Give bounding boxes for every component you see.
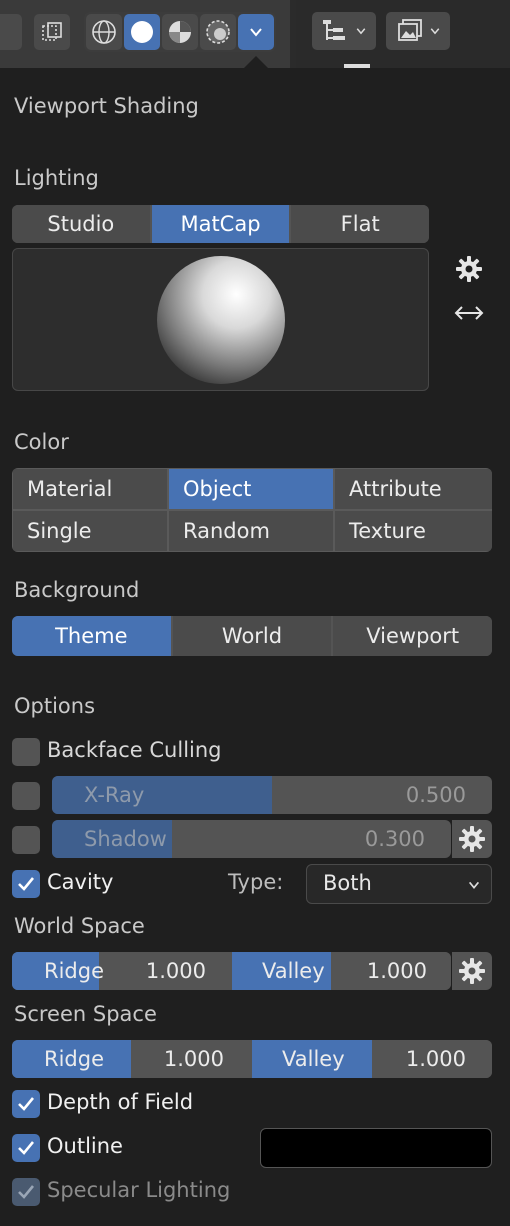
- options-label: Options: [14, 694, 96, 718]
- rendered-icon[interactable]: [200, 14, 236, 50]
- check-icon: [18, 1185, 35, 1199]
- lighting-label: Lighting: [14, 166, 99, 190]
- color-attribute[interactable]: Attribute: [335, 469, 492, 509]
- world-space-fields: Ridge 1.000 Valley 1.000: [12, 952, 451, 990]
- specular-lighting-label: Specular Lighting: [47, 1178, 231, 1202]
- color-single[interactable]: Single: [13, 511, 167, 551]
- cavity-label: Cavity: [47, 870, 114, 894]
- specular-lighting-checkbox[interactable]: [12, 1178, 40, 1206]
- cavity-checkbox[interactable]: [12, 870, 40, 898]
- lighting-matcap[interactable]: MatCap: [151, 205, 290, 243]
- world-space-label: World Space: [14, 914, 145, 938]
- world-valley-label: Valley: [262, 959, 325, 983]
- world-ridge-value: 1.000: [145, 959, 206, 983]
- lighting-studio[interactable]: Studio: [12, 205, 150, 243]
- color-random[interactable]: Random: [169, 511, 333, 551]
- chevron-down-icon[interactable]: [238, 14, 274, 50]
- outline-checkbox[interactable]: [12, 1134, 40, 1162]
- lighting-flat[interactable]: Flat: [291, 205, 429, 243]
- screen-valley-label: Valley: [282, 1047, 345, 1071]
- shadow-value: 0.300: [364, 827, 425, 851]
- background-selector: Theme World Viewport: [12, 616, 492, 656]
- background-viewport[interactable]: Viewport: [333, 616, 492, 656]
- world-valley-value: 1.000: [366, 959, 427, 983]
- check-icon: [18, 1141, 35, 1155]
- screen-ridge-label: Ridge: [44, 1047, 105, 1071]
- world-ridge-label: Ridge: [44, 959, 105, 983]
- backface-culling-checkbox[interactable]: [12, 738, 40, 766]
- shadow-checkbox[interactable]: [12, 826, 40, 854]
- shadow-label: Shadow: [84, 827, 167, 851]
- popover-pointer: [244, 56, 268, 68]
- outline-color-swatch[interactable]: [260, 1128, 492, 1168]
- screen-space-label: Screen Space: [14, 1002, 157, 1026]
- gear-icon[interactable]: [452, 252, 486, 286]
- wireframe-icon[interactable]: [86, 14, 122, 50]
- screen-ridge-field[interactable]: Ridge 1.000: [12, 1040, 250, 1078]
- background-label: Background: [14, 578, 140, 602]
- depth-of-field-label: Depth of Field: [47, 1090, 194, 1114]
- background-world[interactable]: World: [172, 616, 332, 656]
- matcap-sphere: [156, 255, 285, 384]
- material-preview-icon[interactable]: [162, 14, 198, 50]
- world-ridge-field[interactable]: Ridge 1.000: [12, 952, 230, 990]
- screen-ridge-value: 1.000: [163, 1047, 224, 1071]
- color-label: Color: [14, 430, 69, 454]
- image-editor-icon[interactable]: [386, 12, 450, 50]
- outliner-icon[interactable]: [312, 12, 376, 50]
- background-theme[interactable]: Theme: [12, 616, 171, 656]
- color-selector: Material Object Attribute Single Random …: [12, 468, 492, 552]
- shadow-slider[interactable]: Shadow 0.300: [52, 820, 451, 858]
- xray-value: 0.500: [405, 783, 466, 807]
- xray-slider[interactable]: X-Ray 0.500: [52, 776, 492, 814]
- flip-horizontal-icon[interactable]: [450, 298, 488, 328]
- solid-icon[interactable]: [124, 14, 160, 50]
- screen-valley-field[interactable]: Valley 1.000: [252, 1040, 492, 1078]
- screen-valley-value: 1.000: [405, 1047, 466, 1071]
- color-material[interactable]: Material: [13, 469, 167, 509]
- cavity-type-label: Type:: [228, 870, 284, 894]
- screen-space-fields: Ridge 1.000 Valley 1.000: [12, 1040, 492, 1078]
- backface-culling-label: Backface Culling: [47, 738, 222, 762]
- check-icon: [18, 877, 35, 891]
- cavity-type-dropdown[interactable]: Both: [306, 864, 492, 904]
- chevron-down-icon: [468, 881, 480, 889]
- outline-label: Outline: [47, 1134, 123, 1158]
- partial-button[interactable]: [0, 14, 22, 50]
- world-valley-field[interactable]: Valley 1.000: [232, 952, 451, 990]
- depth-of-field-checkbox[interactable]: [12, 1090, 40, 1118]
- toggle-icon[interactable]: [34, 14, 70, 50]
- panel-title: Viewport Shading: [14, 94, 199, 118]
- xray-checkbox[interactable]: [12, 782, 40, 810]
- check-icon: [18, 1097, 35, 1111]
- xray-label: X-Ray: [84, 783, 145, 807]
- world-space-gear-icon[interactable]: [452, 952, 492, 990]
- shadow-settings-gear-icon[interactable]: [452, 820, 492, 858]
- color-object[interactable]: Object: [169, 469, 333, 509]
- lighting-selector: Studio MatCap Flat: [12, 205, 429, 243]
- cavity-type-value: Both: [323, 871, 372, 895]
- matcap-preview[interactable]: [12, 248, 429, 391]
- color-texture[interactable]: Texture: [335, 511, 492, 551]
